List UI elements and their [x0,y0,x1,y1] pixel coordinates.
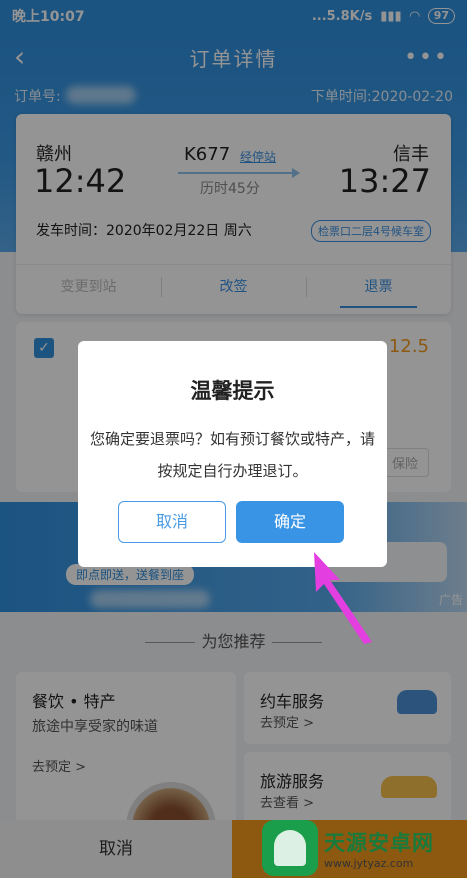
site-watermark: 天源安卓网 www.jytyaz.com [262,818,466,878]
watermark-logo-icon [262,820,318,876]
pointer-arrow-icon [314,552,372,644]
dialog-cancel-button[interactable]: 取消 [118,501,226,543]
refund-confirm-dialog: 温馨提示 您确定要退票吗？如有预订餐饮或特产，请按规定自行办理退订。 取消 确定 [78,341,387,567]
dialog-title: 温馨提示 [190,379,275,403]
dialog-message: 您确定要退票吗？如有预订餐饮或特产，请按规定自行办理退订。 [90,430,376,480]
watermark-name: 天源安卓网 [324,830,434,855]
watermark-text: 天源安卓网 www.jytyaz.com [324,827,434,870]
dialog-confirm-button[interactable]: 确定 [236,501,344,543]
watermark-url: www.jytyaz.com [324,856,414,870]
